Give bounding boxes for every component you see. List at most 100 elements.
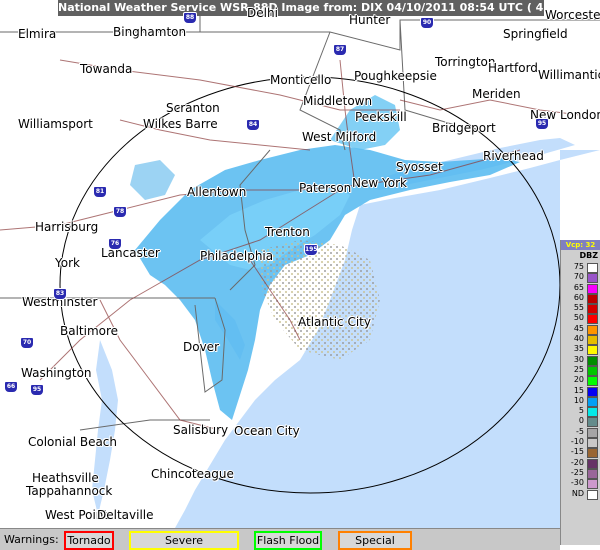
- legend-value: 30: [573, 354, 584, 364]
- city-label-willimantic: Willimantic: [538, 68, 600, 82]
- legend-row: -30: [561, 478, 600, 490]
- legend-value: -15: [570, 447, 584, 457]
- legend-row: 75: [561, 262, 600, 273]
- interstate-shield-icon: 95: [535, 118, 549, 130]
- interstate-shield-icon: 78: [113, 206, 127, 218]
- legend-swatch: [587, 489, 598, 500]
- legend-row: 35: [561, 344, 600, 356]
- city-label-riverhead: Riverhead: [483, 149, 544, 163]
- city-label-syosset: Syosset: [396, 160, 443, 174]
- legend-row: 60: [561, 293, 600, 304]
- radar-echo-west: [130, 160, 175, 200]
- city-label-dover: Dover: [183, 340, 219, 354]
- legend-value: 40: [573, 334, 584, 344]
- city-label-binghamton: Binghamton: [113, 25, 187, 39]
- legend-row: -5: [561, 426, 600, 438]
- city-label-delhi: Delhi: [247, 6, 278, 20]
- city-label-peekskill: Peekskill: [355, 110, 407, 124]
- city-label-wilkes-barre: Wilkes Barre: [143, 117, 218, 131]
- legend-row: 25: [561, 364, 600, 376]
- city-label-paterson: Paterson: [299, 181, 352, 195]
- city-label-poughkeepsie: Poughkeepsie: [354, 69, 437, 83]
- city-label-allentown: Allentown: [187, 185, 247, 199]
- city-label-worcester: Worcester: [545, 8, 600, 22]
- special-marine-warning-button[interactable]: Special Marine: [338, 531, 412, 550]
- legend-row: 50: [561, 313, 600, 325]
- legend-value: 45: [573, 323, 584, 333]
- interstate-shield-icon: 83: [53, 288, 67, 300]
- interstate-shield-icon: 195: [304, 244, 318, 256]
- city-label-west-milford: West Milford: [302, 130, 377, 144]
- legend-value: 0: [578, 416, 584, 426]
- legend-rows: 75 70 65 60 55 50 45 40 35 30 25 20 15 10 5 0 -5 -10 -15 -2…: [561, 262, 600, 500]
- interstate-shield-icon: 84: [246, 119, 260, 131]
- legend-row: ND: [561, 488, 600, 500]
- city-label-colonial-beach: Colonial Beach: [28, 435, 118, 449]
- interstate-shield-icon: 87: [333, 44, 347, 56]
- warnings-label: Warnings:: [4, 533, 59, 546]
- city-label-scranton: Scranton: [166, 101, 220, 115]
- city-label-atlantic-city: Atlantic City: [298, 315, 371, 329]
- flash-flood-warning-button[interactable]: Flash Flood: [254, 531, 322, 550]
- legend-row: 10: [561, 395, 600, 407]
- legend-value: 35: [573, 344, 584, 354]
- dbz-legend: Vcp: 32 DBZ 75 70 65 60 55 50 45 40 35 30 25 20 15 10…: [560, 240, 600, 545]
- interstate-shield-icon: 88: [183, 12, 197, 24]
- legend-value: -20: [570, 457, 584, 467]
- city-label-salisbury: Salisbury: [173, 423, 229, 437]
- city-label-heathsville: Heathsville: [32, 471, 99, 485]
- legend-vcp: Vcp: 32: [561, 240, 600, 250]
- legend-value: 5: [578, 406, 584, 416]
- legend-row: -20: [561, 457, 600, 469]
- interstate-shield-icon: 70: [20, 337, 34, 349]
- legend-value: -10: [570, 437, 584, 447]
- legend-row: 55: [561, 303, 600, 315]
- warnings-bar: Warnings: Tornado Severe Thunderstorm Fl…: [0, 528, 560, 550]
- city-label-washington: Washington: [21, 366, 92, 380]
- severe-thunderstorm-warning-button[interactable]: Severe Thunderstorm: [129, 531, 239, 550]
- legend-value: 75: [573, 262, 584, 271]
- legend-value: 10: [573, 395, 584, 405]
- city-label-torrington: Torrington: [435, 55, 496, 69]
- legend-value: 55: [573, 303, 584, 313]
- legend-value: ND: [571, 488, 584, 498]
- legend-row: -15: [561, 447, 600, 459]
- city-label-monticello: Monticello: [270, 73, 332, 87]
- city-label-new-york: New York: [352, 176, 407, 190]
- city-label-baltimore: Baltimore: [60, 324, 119, 338]
- city-label-philadelphia: Philadelphia: [200, 249, 274, 263]
- radar-viewer: National Weather Service WSR-88D Image f…: [0, 0, 600, 550]
- legend-row: 40: [561, 334, 600, 346]
- legend-value: 65: [573, 282, 584, 292]
- city-label-trenton: Trenton: [265, 225, 310, 239]
- legend-row: 65: [561, 282, 600, 294]
- legend-value: 20: [573, 375, 584, 385]
- city-label-meriden: Meriden: [472, 87, 521, 101]
- legend-value: 15: [573, 385, 584, 395]
- interstate-shield-icon: 81: [93, 186, 107, 198]
- legend-row: 20: [561, 375, 600, 387]
- interstate-shield-icon: 76: [108, 238, 122, 250]
- legend-row: 0: [561, 416, 600, 428]
- legend-value: 25: [573, 364, 584, 374]
- legend-value: -5: [576, 426, 584, 436]
- city-label-williamsport: Williamsport: [18, 117, 93, 131]
- legend-value: -30: [570, 478, 584, 488]
- city-label-bridgeport: Bridgeport: [432, 121, 496, 135]
- interstate-shield-icon: 95: [30, 384, 44, 396]
- interstate-shield-icon: 90: [420, 17, 434, 29]
- city-label-towanda: Towanda: [80, 62, 133, 76]
- city-label-hartford: Hartford: [488, 61, 538, 75]
- interstate-shield-icon: 66: [4, 381, 18, 393]
- city-label-middletown: Middletown: [303, 94, 373, 108]
- radar-title-bar: National Weather Service WSR-88D Image f…: [58, 0, 600, 16]
- legend-row: 45: [561, 323, 600, 335]
- city-label-chincoteague: Chincoteague: [151, 467, 234, 481]
- legend-row: 30: [561, 354, 600, 366]
- city-label-elmira: Elmira: [18, 27, 57, 41]
- legend-row: 5: [561, 406, 600, 418]
- legend-unit: DBZ: [579, 251, 598, 260]
- radar-echo-speckle: [260, 240, 380, 360]
- tornado-warning-button[interactable]: Tornado: [64, 531, 114, 550]
- legend-value: 50: [573, 313, 584, 323]
